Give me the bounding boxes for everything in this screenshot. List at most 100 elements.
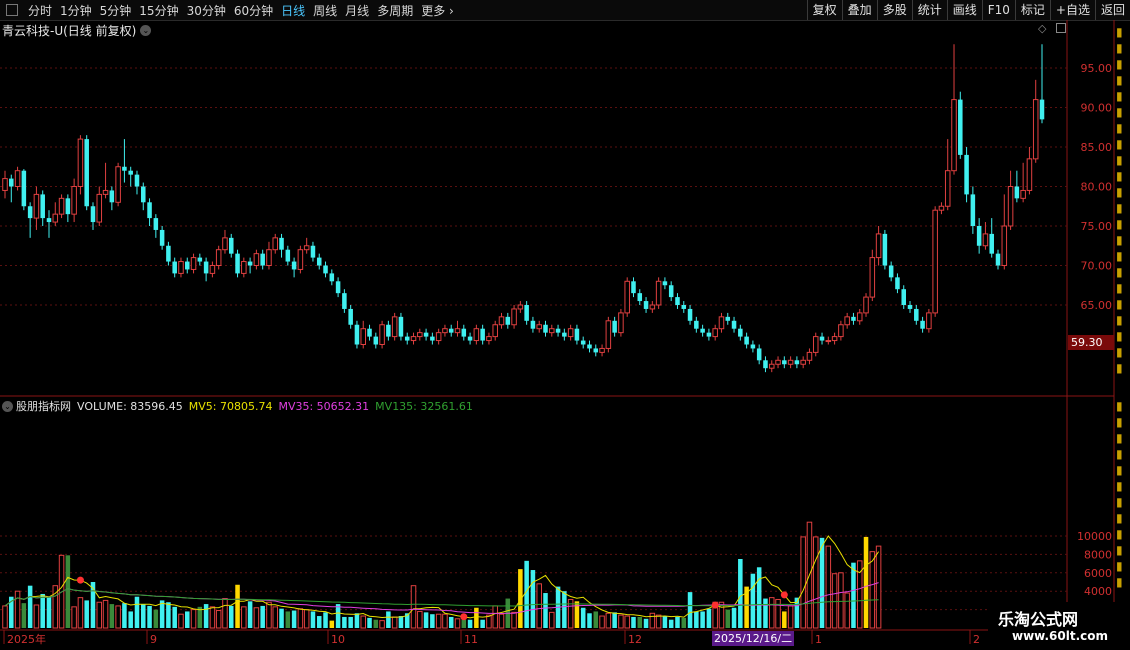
candle-body xyxy=(96,193,103,223)
candle-body xyxy=(725,316,731,321)
candle-body xyxy=(367,328,372,337)
candle-body xyxy=(253,253,260,266)
volume-bar xyxy=(348,616,353,628)
candle-body xyxy=(976,226,982,246)
time-axis-label: 10 xyxy=(331,633,345,646)
candle-body xyxy=(567,328,574,338)
signal-marker xyxy=(711,601,719,609)
candle-body xyxy=(386,324,391,337)
candle-body xyxy=(587,344,592,349)
candle-body xyxy=(706,332,712,337)
candle-body xyxy=(404,336,410,341)
candle-body xyxy=(995,253,1001,266)
candle-body xyxy=(624,280,630,314)
price-tick-label: 75.00 xyxy=(1081,220,1113,233)
candle-body xyxy=(360,328,366,346)
volume-tick-label: 10000 xyxy=(1077,530,1112,543)
candle-body xyxy=(454,328,461,334)
volume-bar xyxy=(33,604,40,629)
volume-bar xyxy=(750,573,756,628)
candle-body xyxy=(649,304,656,310)
candle-body xyxy=(926,312,932,330)
candle-body xyxy=(291,261,297,270)
volume-bar xyxy=(819,537,825,628)
volume-bar xyxy=(812,536,819,629)
cursor-date-tag: 2025/12/16/二 xyxy=(712,631,795,646)
candle-body xyxy=(109,190,115,203)
volume-bar xyxy=(643,618,649,628)
candle-body xyxy=(869,257,876,298)
volume-bar xyxy=(316,616,322,628)
candle-body xyxy=(938,205,945,211)
candle-body xyxy=(970,194,976,226)
volume-bar xyxy=(649,612,656,629)
candle-body xyxy=(744,336,749,345)
volume-bar xyxy=(190,609,197,629)
volume-bar xyxy=(618,614,624,629)
volume-bar xyxy=(844,592,850,629)
candle-body xyxy=(756,348,762,361)
volume-bar xyxy=(354,613,360,628)
candle-body xyxy=(1014,186,1020,199)
volume-bar xyxy=(536,583,542,629)
candle-body xyxy=(562,332,567,337)
volume-bar xyxy=(96,601,103,629)
volume-bar xyxy=(782,611,787,628)
candle-body xyxy=(21,170,27,207)
candle-body xyxy=(543,324,548,333)
candle-body xyxy=(310,245,316,258)
volume-bar xyxy=(128,611,133,628)
side-info-strip[interactable]: ▮ ▮ ▮ ▮ ▮ ▮ ▮ ▮ ▮ ▮ ▮ ▮ ▮ ▮ ▮ ▮ ▮ ▮ ▮ ▮ ▮ ▮ xyxy=(1116,24,1130,394)
candle-body xyxy=(838,324,844,338)
candle-body xyxy=(825,340,832,343)
candle-body xyxy=(197,257,203,262)
candle-body xyxy=(700,328,705,333)
volume-bar xyxy=(694,611,699,628)
candle-body xyxy=(190,257,197,270)
volume-bar xyxy=(624,615,630,629)
volume-bar xyxy=(587,613,592,628)
candle-body xyxy=(461,328,467,337)
candle-body xyxy=(435,332,442,342)
volume-bar xyxy=(147,605,152,628)
volume-bar xyxy=(454,618,461,629)
volume-tick-label: 6000 xyxy=(1084,567,1112,580)
volume-bar xyxy=(141,604,146,628)
candle-body xyxy=(448,328,454,333)
volume-bar xyxy=(498,613,505,629)
candle-body xyxy=(2,178,8,191)
candle-body xyxy=(819,336,825,341)
candle-body xyxy=(775,359,781,365)
volume-bar xyxy=(159,600,165,628)
candle-body xyxy=(599,347,605,353)
candle-body xyxy=(348,308,353,325)
candle-body xyxy=(643,301,649,309)
volume-bar xyxy=(360,615,366,629)
candle-body xyxy=(964,154,969,195)
volume-bar xyxy=(706,608,712,628)
volume-bar xyxy=(260,605,265,628)
candle-body xyxy=(329,273,335,282)
candle-body xyxy=(1007,186,1014,227)
candle-body xyxy=(33,193,40,219)
candle-body xyxy=(675,297,680,305)
kline-chart[interactable]: 95.00 90.00 85.00 80.00 75.00 70.00 65.00 10000… xyxy=(0,0,1130,650)
volume-bar xyxy=(549,611,555,629)
volume-bar xyxy=(756,567,762,628)
candle-body xyxy=(982,233,989,247)
candle-body xyxy=(159,229,165,246)
volume-bar xyxy=(492,605,498,629)
candle-body xyxy=(215,249,222,266)
price-tick-label: 90.00 xyxy=(1081,102,1113,115)
time-axis-label: 11 xyxy=(464,633,478,646)
candle-body xyxy=(637,293,643,302)
candle-body xyxy=(593,348,599,353)
candle-body xyxy=(398,316,404,337)
candle-body xyxy=(1020,189,1026,199)
volume-bar xyxy=(203,604,209,628)
candle-body xyxy=(480,328,485,341)
candle-body xyxy=(354,324,360,345)
volume-bar xyxy=(65,555,71,628)
candle-body xyxy=(530,320,536,329)
side-info-strip-2[interactable]: ▮ ▮ ▮ ▮ ▮ ▮ ▮ ▮ ▮ ▮ ▮ ▮ xyxy=(1116,398,1130,598)
